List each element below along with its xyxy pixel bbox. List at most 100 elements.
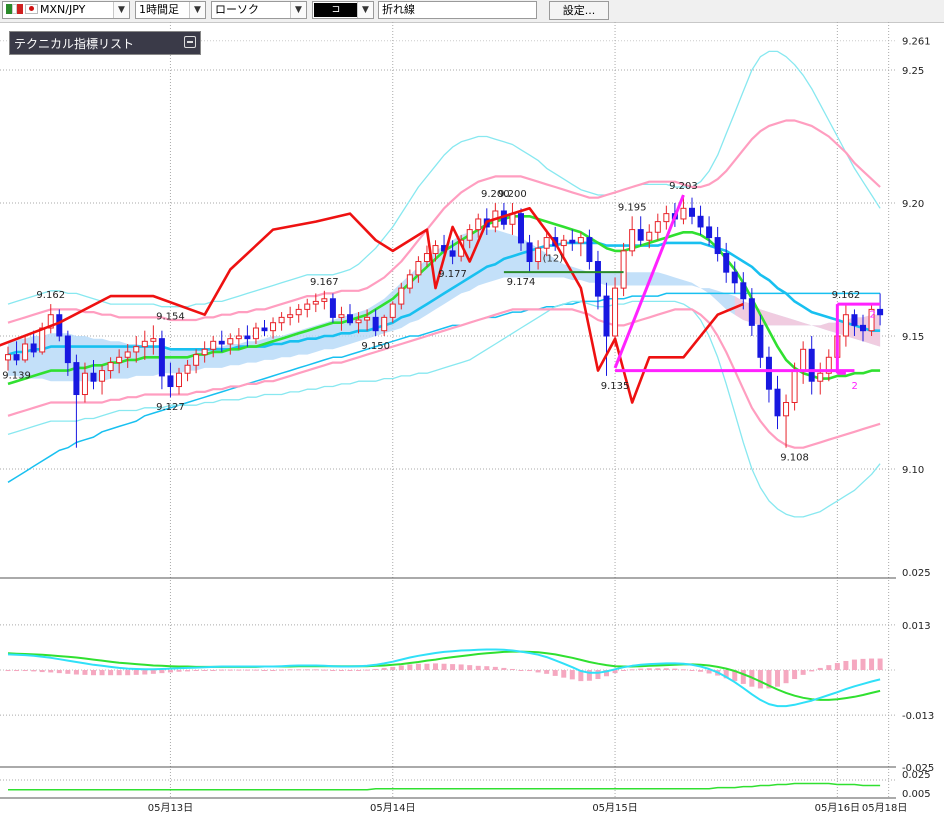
chart-area[interactable]: (12) 2 2 9.162 9.139 9.154 9.127 9.167 9.150 9.1…: [0, 0, 944, 816]
candle-body: [740, 282, 747, 300]
macd-histogram-bar: [14, 670, 20, 672]
candle-body: [714, 237, 721, 255]
marker-12-label: (12): [543, 254, 564, 265]
macd-histogram-bar: [655, 668, 661, 670]
candle-body: [90, 372, 97, 382]
macd-histogram-bar: [527, 670, 533, 672]
macd-histogram-bar: [672, 668, 678, 670]
candle-body: [295, 308, 302, 316]
candle-body: [800, 348, 807, 372]
candle-body: [731, 271, 738, 284]
candle-body: [466, 229, 473, 241]
price-label: 9.135: [601, 381, 630, 392]
collapse-icon[interactable]: [184, 36, 196, 48]
candle-body: [116, 356, 123, 364]
candle-body: [338, 314, 345, 318]
macd-histogram-bar: [629, 669, 635, 671]
candle-body: [851, 314, 858, 326]
macd-histogram-bar: [22, 670, 28, 672]
candle-body: [842, 314, 849, 337]
candle-body: [193, 354, 200, 366]
price-label: 9.154: [156, 311, 185, 322]
candle-body: [5, 354, 11, 361]
macd-histogram-bar: [775, 670, 780, 687]
candle-body: [81, 372, 88, 396]
macd-histogram-bar: [31, 670, 37, 672]
candle-body: [252, 327, 259, 340]
macd-histogram-bar: [381, 667, 387, 670]
candle-body: [449, 250, 456, 257]
macd-histogram-bar: [65, 670, 71, 674]
macd-histogram-bar: [296, 669, 302, 671]
macd-histogram-bar: [663, 668, 669, 670]
macd-histogram-bar: [304, 669, 310, 671]
candle-body: [278, 316, 285, 324]
macd-histogram-bar: [210, 670, 216, 671]
macd-histogram-bar: [834, 663, 840, 670]
macd-histogram-bar: [458, 664, 464, 670]
indicator-list-panel[interactable]: テクニカル指標リスト: [9, 31, 201, 55]
candle-body: [603, 295, 610, 337]
macd-histogram-bar: [373, 668, 379, 670]
macd-histogram-bar: [569, 670, 575, 680]
candle-body: [107, 362, 114, 372]
macd-histogram-bar: [236, 669, 242, 671]
macd-histogram-bar: [407, 664, 413, 670]
macd-histogram-bar: [219, 669, 225, 671]
bollinger-lower-1: [7, 308, 881, 449]
candle-body: [817, 372, 824, 382]
macd-histogram-bar: [227, 669, 233, 671]
macd-histogram-bar: [356, 670, 362, 671]
price-label: 9.200: [498, 189, 527, 200]
y-tick-label: 9.10: [902, 465, 924, 476]
candle-body: [64, 335, 71, 364]
price-label: 9.203: [669, 181, 698, 192]
sub2-line: [8, 782, 881, 791]
candle-body: [663, 213, 670, 223]
macd-histogram-bar: [321, 669, 327, 671]
candle-body: [543, 237, 550, 249]
price-label: 9.162: [832, 290, 861, 301]
price-label: 9.127: [156, 402, 185, 413]
candle-body: [372, 316, 379, 332]
macd-histogram-bar: [792, 670, 798, 680]
macd-histogram-bar: [244, 669, 250, 671]
macd-histogram-bar: [133, 670, 139, 675]
candle-body: [201, 348, 208, 356]
y-tick-label: 0.025: [902, 770, 931, 781]
bollinger-lower-2: [7, 300, 881, 518]
candle-body: [723, 253, 730, 273]
candle-body: [218, 340, 225, 345]
macd-histogram-bar: [125, 670, 131, 676]
macd-histogram-bar: [253, 669, 259, 671]
macd-histogram-bar: [108, 670, 114, 676]
candle-body: [347, 314, 353, 324]
macd-histogram-bar: [313, 669, 319, 671]
macd-histogram-bar: [467, 665, 473, 670]
candle-body: [612, 287, 619, 337]
y-tick-label: 9.25: [902, 66, 924, 77]
macd-histogram-bar: [73, 670, 79, 675]
macd-histogram-bar: [698, 670, 704, 672]
candle-body: [629, 229, 636, 252]
candle-body: [423, 253, 430, 263]
macd-histogram-bar: [638, 668, 644, 670]
candle-body: [389, 303, 396, 318]
macd-histogram-bar: [159, 670, 165, 674]
macd-histogram-bar: [518, 670, 524, 671]
candle-body: [877, 308, 884, 316]
macd-histogram-bar: [595, 670, 601, 680]
candle-body: [30, 343, 37, 353]
x-tick-label: 05月14日: [370, 802, 415, 814]
price-label: 9.195: [618, 202, 647, 213]
macd-histogram-bar: [185, 670, 191, 672]
candle-body: [406, 274, 413, 289]
macd-histogram-bar: [424, 663, 430, 670]
macd-histogram-bar: [441, 663, 447, 670]
sub-panel-2: [8, 782, 881, 791]
candle-body: [355, 319, 362, 324]
macd-histogram-bar: [869, 658, 875, 670]
macd-histogram-bar: [877, 658, 883, 670]
candle-body: [689, 207, 695, 217]
price-label: 9.177: [438, 269, 467, 280]
